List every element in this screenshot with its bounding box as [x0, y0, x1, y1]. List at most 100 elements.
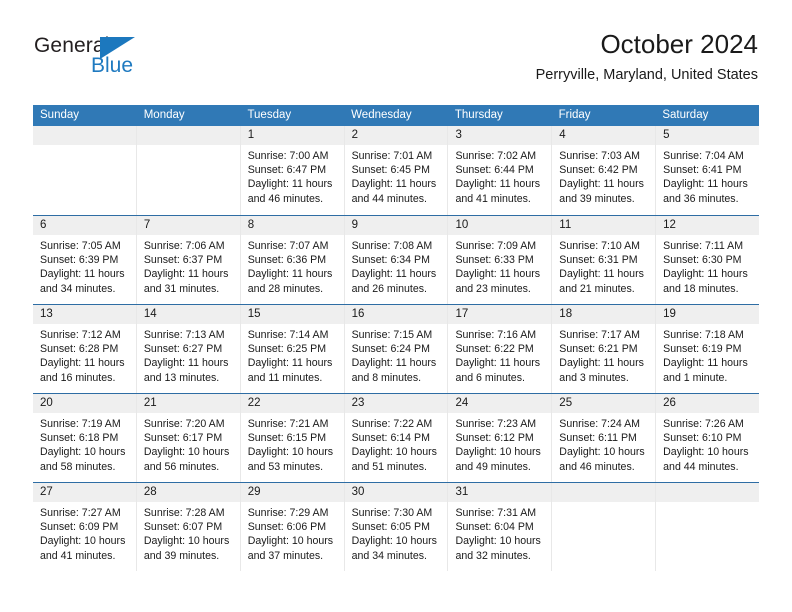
- sunrise-text: Sunrise: 7:13 AM: [143, 329, 225, 341]
- calendar-day-cell[interactable]: 26 Sunrise: 7:26 AM Sunset: 6:10 PM Dayligh…: [656, 394, 760, 482]
- calendar-day-cell[interactable]: 3 Sunrise: 7:02 AM Sunset: 6:44 PM Daylight…: [448, 126, 553, 215]
- day-number: [656, 483, 760, 502]
- sunset-text: Sunset: 6:07 PM: [143, 521, 223, 534]
- daylight-text-line1: Daylight: 11 hours: [247, 268, 333, 281]
- sunrise-text: Sunrise: 7:30 AM: [351, 507, 433, 519]
- daylight-text-line2: and 3 minutes.: [559, 371, 629, 384]
- daylight-text-line2: and 46 minutes.: [559, 460, 635, 473]
- calendar-day-cell[interactable]: 12 Sunrise: 7:11 AM Sunset: 6:30 PM Dayligh…: [656, 216, 760, 304]
- day-number: [136, 126, 240, 145]
- calendar-day-cell[interactable]: 10 Sunrise: 7:09 AM Sunset: 6:33 PM Dayligh…: [448, 216, 553, 304]
- calendar-day-cell[interactable]: 28 Sunrise: 7:28 AM Sunset: 6:07 PM Dayligh…: [136, 483, 241, 571]
- sunset-text: Sunset: 6:05 PM: [351, 521, 430, 534]
- day-sun-info: Sunrise: 7:02 AM Sunset: 6:44 PM Daylight:…: [448, 145, 551, 206]
- sunrise-text: Sunrise: 7:20 AM: [143, 418, 225, 430]
- calendar-day-cell[interactable]: 11 Sunrise: 7:10 AM Sunset: 6:31 PM Dayligh…: [552, 216, 657, 304]
- day-sun-info: Sunrise: 7:15 AM Sunset: 6:24 PM Daylight:…: [345, 324, 448, 385]
- calendar-day-cell[interactable]: 14 Sunrise: 7:13 AM Sunset: 6:27 PM Dayligh…: [136, 305, 241, 393]
- calendar-day-cell[interactable]: 17 Sunrise: 7:16 AM Sunset: 6:22 PM Dayligh…: [448, 305, 553, 393]
- day-number: 7: [136, 216, 240, 235]
- daylight-text-line2: and 53 minutes.: [247, 460, 324, 473]
- daylight-text-line2: and 23 minutes.: [455, 282, 531, 295]
- sunset-text: Sunset: 6:45 PM: [351, 164, 430, 177]
- sunrise-text: Sunrise: 7:23 AM: [455, 418, 537, 430]
- sunset-text: Sunset: 6:21 PM: [559, 343, 638, 356]
- calendar-day-cell-empty: [656, 483, 760, 571]
- day-number: [552, 483, 656, 502]
- calendar-day-cell[interactable]: 20 Sunrise: 7:19 AM Sunset: 6:18 PM Dayligh…: [33, 394, 137, 482]
- calendar-day-cell[interactable]: 21 Sunrise: 7:20 AM Sunset: 6:17 PM Dayligh…: [136, 394, 241, 482]
- sunrise-text: Sunrise: 7:04 AM: [663, 150, 744, 162]
- daylight-text-line2: and 8 minutes.: [351, 371, 422, 384]
- calendar-week-row: 27 Sunrise: 7:27 AM Sunset: 6:09 PM Dayligh…: [33, 482, 760, 571]
- daylight-text-line2: and 6 minutes.: [455, 371, 525, 384]
- sunrise-text: Sunrise: 7:22 AM: [351, 418, 433, 430]
- sunrise-text: Sunrise: 7:17 AM: [559, 329, 640, 341]
- calendar-day-cell[interactable]: 22 Sunrise: 7:21 AM Sunset: 6:15 PM Dayligh…: [240, 394, 345, 482]
- calendar-day-cell[interactable]: 4 Sunrise: 7:03 AM Sunset: 6:42 PM Daylight…: [552, 126, 657, 215]
- daylight-text-line2: and 58 minutes.: [40, 460, 116, 473]
- daylight-text-line2: and 44 minutes.: [351, 192, 427, 205]
- daylight-text-line1: Daylight: 11 hours: [455, 268, 541, 281]
- day-number: 18: [552, 305, 656, 324]
- daylight-text-line2: and 28 minutes.: [247, 282, 324, 295]
- daylight-text-line2: and 21 minutes.: [559, 282, 635, 295]
- calendar-day-cell[interactable]: 1 Sunrise: 7:00 AM Sunset: 6:47 PM Daylight…: [240, 126, 345, 215]
- sunrise-text: Sunrise: 7:26 AM: [663, 418, 744, 430]
- weekday-header-sunday: Sunday: [40, 109, 80, 121]
- calendar-day-cell[interactable]: 29 Sunrise: 7:29 AM Sunset: 6:06 PM Dayligh…: [240, 483, 345, 571]
- calendar-day-cell[interactable]: 25 Sunrise: 7:24 AM Sunset: 6:11 PM Dayligh…: [552, 394, 657, 482]
- day-number: 23: [344, 394, 448, 413]
- day-number: 24: [448, 394, 552, 413]
- sunrise-text: Sunrise: 7:07 AM: [247, 240, 329, 252]
- daylight-text-line2: and 49 minutes.: [455, 460, 531, 473]
- weekday-header-monday: Monday: [143, 109, 185, 121]
- sunrise-text: Sunrise: 7:15 AM: [351, 329, 433, 341]
- page-header: General Blue October 2024 Perryville, Ma…: [34, 28, 758, 100]
- sunset-text: Sunset: 6:39 PM: [40, 254, 119, 267]
- calendar-day-cell[interactable]: 8 Sunrise: 7:07 AM Sunset: 6:36 PM Daylight…: [240, 216, 345, 304]
- day-number: 12: [656, 216, 760, 235]
- calendar-day-cell[interactable]: 24 Sunrise: 7:23 AM Sunset: 6:12 PM Dayligh…: [448, 394, 553, 482]
- calendar-day-cell[interactable]: 5 Sunrise: 7:04 AM Sunset: 6:41 PM Daylight…: [656, 126, 760, 215]
- sunset-text: Sunset: 6:34 PM: [351, 254, 430, 267]
- calendar-day-cell[interactable]: 27 Sunrise: 7:27 AM Sunset: 6:09 PM Dayligh…: [33, 483, 137, 571]
- day-number: 29: [240, 483, 344, 502]
- general-blue-logo[interactable]: General Blue: [34, 34, 214, 90]
- daylight-text-line1: Daylight: 10 hours: [351, 535, 437, 548]
- day-sun-info: Sunrise: 7:27 AM Sunset: 6:09 PM Daylight:…: [33, 502, 136, 563]
- day-sun-info: Sunrise: 7:10 AM Sunset: 6:31 PM Daylight:…: [552, 235, 655, 296]
- sunrise-text: Sunrise: 7:08 AM: [351, 240, 433, 252]
- day-number: 1: [240, 126, 344, 145]
- calendar-day-cell[interactable]: 6 Sunrise: 7:05 AM Sunset: 6:39 PM Daylight…: [33, 216, 137, 304]
- sunset-text: Sunset: 6:37 PM: [143, 254, 223, 267]
- calendar-day-cell[interactable]: 2 Sunrise: 7:01 AM Sunset: 6:45 PM Daylight…: [344, 126, 449, 215]
- calendar-day-cell[interactable]: 30 Sunrise: 7:30 AM Sunset: 6:05 PM Dayligh…: [344, 483, 449, 571]
- daylight-text-line2: and 56 minutes.: [143, 460, 220, 473]
- daylight-text-line1: Daylight: 11 hours: [559, 178, 644, 191]
- calendar-day-cell[interactable]: 19 Sunrise: 7:18 AM Sunset: 6:19 PM Dayligh…: [656, 305, 760, 393]
- sunset-text: Sunset: 6:06 PM: [247, 521, 327, 534]
- calendar-page: General Blue October 2024 Perryville, Ma…: [0, 0, 792, 612]
- calendar-day-cell[interactable]: 7 Sunrise: 7:06 AM Sunset: 6:37 PM Daylight…: [136, 216, 241, 304]
- day-number: 14: [136, 305, 240, 324]
- calendar-day-cell[interactable]: 31 Sunrise: 7:31 AM Sunset: 6:04 PM Dayligh…: [448, 483, 553, 571]
- day-sun-info: Sunrise: 7:08 AM Sunset: 6:34 PM Daylight:…: [345, 235, 448, 296]
- day-sun-info: Sunrise: 7:24 AM Sunset: 6:11 PM Daylight:…: [552, 413, 655, 474]
- sunrise-text: Sunrise: 7:28 AM: [143, 507, 225, 519]
- calendar-day-cell[interactable]: 15 Sunrise: 7:14 AM Sunset: 6:25 PM Dayligh…: [240, 305, 345, 393]
- daylight-text-line1: Daylight: 11 hours: [663, 268, 748, 281]
- day-number: 6: [33, 216, 136, 235]
- sunset-text: Sunset: 6:36 PM: [247, 254, 327, 267]
- day-sun-info: Sunrise: 7:06 AM Sunset: 6:37 PM Daylight:…: [137, 235, 240, 296]
- calendar-day-cell[interactable]: 18 Sunrise: 7:17 AM Sunset: 6:21 PM Dayligh…: [552, 305, 657, 393]
- calendar-day-cell[interactable]: 23 Sunrise: 7:22 AM Sunset: 6:14 PM Dayligh…: [344, 394, 449, 482]
- calendar-day-cell[interactable]: 9 Sunrise: 7:08 AM Sunset: 6:34 PM Daylight…: [344, 216, 449, 304]
- calendar-day-cell[interactable]: 16 Sunrise: 7:15 AM Sunset: 6:24 PM Dayligh…: [344, 305, 449, 393]
- daylight-text-line1: Daylight: 10 hours: [455, 535, 541, 548]
- sunset-text: Sunset: 6:22 PM: [455, 343, 534, 356]
- calendar-week-row: 13 Sunrise: 7:12 AM Sunset: 6:28 PM Dayligh…: [33, 304, 760, 393]
- calendar-day-cell[interactable]: 13 Sunrise: 7:12 AM Sunset: 6:28 PM Dayligh…: [33, 305, 137, 393]
- day-sun-info: Sunrise: 7:16 AM Sunset: 6:22 PM Daylight:…: [448, 324, 551, 385]
- day-sun-info: Sunrise: 7:22 AM Sunset: 6:14 PM Daylight:…: [345, 413, 448, 474]
